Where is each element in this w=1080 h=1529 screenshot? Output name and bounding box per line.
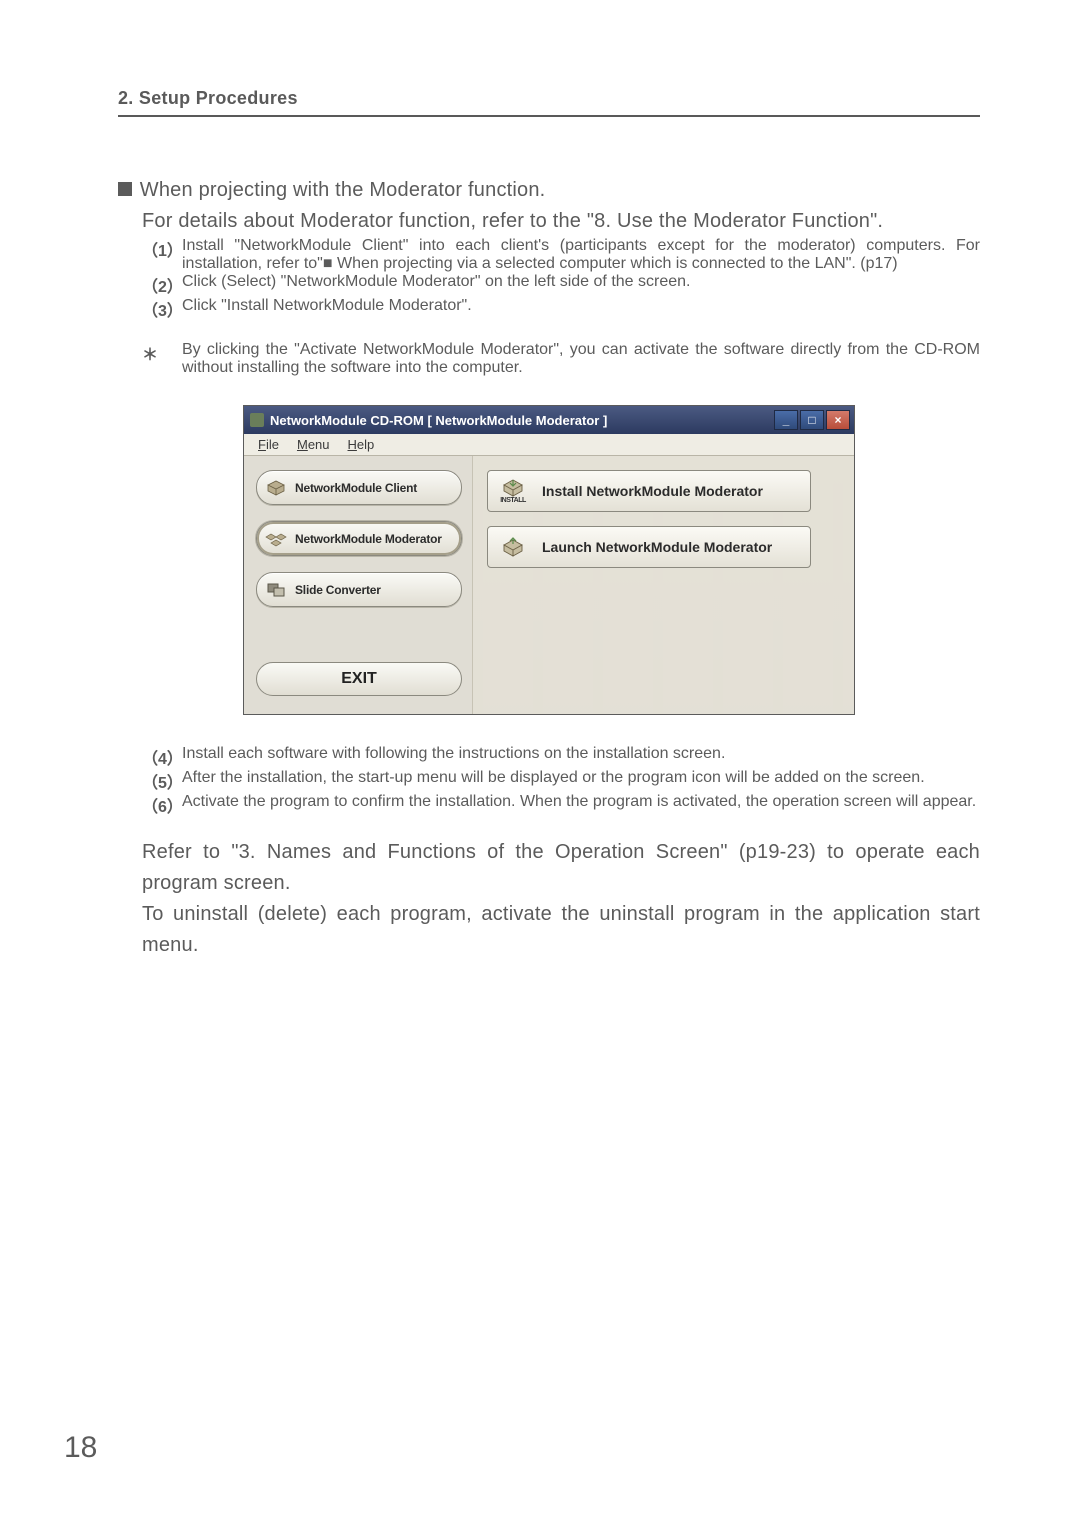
step-number: （3） bbox=[142, 297, 182, 321]
sidebar-item-label: NetworkModule Moderator bbox=[295, 532, 442, 546]
step-number: （6） bbox=[142, 793, 182, 817]
section-heading: When projecting with the Moderator funct… bbox=[118, 175, 980, 206]
step-line: （2） Click (Select) "NetworkModule Modera… bbox=[142, 273, 980, 297]
menu-menu[interactable]: Menu bbox=[289, 437, 338, 452]
menubar: File Menu Help bbox=[244, 434, 854, 456]
sidebar-item-slide-converter[interactable]: Slide Converter bbox=[256, 572, 462, 607]
step-line: （1） Install "NetworkModule Client" into … bbox=[142, 237, 980, 273]
step-text: Install each software with following the… bbox=[182, 745, 980, 769]
box-icon bbox=[265, 479, 287, 497]
section-header: 2. Setup Procedures bbox=[118, 88, 980, 109]
footer-paragraph: To uninstall (delete) each program, acti… bbox=[142, 899, 980, 961]
slide-icon bbox=[265, 581, 287, 599]
sidebar-item-label: NetworkModule Client bbox=[295, 481, 417, 495]
step-number: （5） bbox=[142, 769, 182, 793]
step-text: After the installation, the start-up men… bbox=[182, 769, 980, 793]
menu-file[interactable]: File bbox=[250, 437, 287, 452]
titlebar: NetworkModule CD-ROM [ NetworkModule Mod… bbox=[244, 406, 854, 434]
app-screenshot: NetworkModule CD-ROM [ NetworkModule Mod… bbox=[243, 405, 855, 715]
close-button[interactable]: × bbox=[826, 410, 850, 430]
exit-button[interactable]: EXIT bbox=[256, 662, 462, 696]
launch-icon bbox=[496, 533, 530, 561]
step-number: （1） bbox=[142, 237, 182, 273]
step-text: Activate the program to confirm the inst… bbox=[182, 793, 980, 817]
launch-moderator-button[interactable]: Launch NetworkModule Moderator bbox=[487, 526, 811, 568]
heading-text: When projecting with the Moderator funct… bbox=[140, 179, 546, 201]
step-number: （4） bbox=[142, 745, 182, 769]
install-moderator-button[interactable]: INSTALL Install NetworkModule Moderator bbox=[487, 470, 811, 512]
step-line: （6） Activate the program to confirm the … bbox=[142, 793, 980, 817]
main-pane: INSTALL Install NetworkModule Moderator … bbox=[472, 456, 854, 714]
note-text: By clicking the "Activate NetworkModule … bbox=[182, 341, 980, 377]
install-icon-label: INSTALL bbox=[500, 497, 526, 504]
step-number: （2） bbox=[142, 273, 182, 297]
main-button-label: Install NetworkModule Moderator bbox=[542, 483, 763, 499]
main-button-label: Launch NetworkModule Moderator bbox=[542, 539, 772, 555]
step-text: Install "NetworkModule Client" into each… bbox=[182, 237, 980, 273]
header-rule bbox=[118, 115, 980, 117]
note-line: ＊ By clicking the "Activate NetworkModul… bbox=[142, 341, 980, 377]
sidebar-item-moderator[interactable]: NetworkModule Moderator bbox=[256, 521, 462, 556]
app-icon bbox=[250, 413, 264, 427]
menu-help[interactable]: Help bbox=[340, 437, 383, 452]
intro-line: For details about Moderator function, re… bbox=[142, 206, 980, 237]
sidebar-item-client[interactable]: NetworkModule Client bbox=[256, 470, 462, 505]
step-text: Click "Install NetworkModule Moderator". bbox=[182, 297, 980, 321]
window-controls: _ □ × bbox=[774, 410, 850, 430]
page-number: 18 bbox=[64, 1431, 97, 1465]
minimize-button[interactable]: _ bbox=[774, 410, 798, 430]
sidebar-item-label: Slide Converter bbox=[295, 583, 381, 597]
step-line: （5） After the installation, the start-up… bbox=[142, 769, 980, 793]
asterisk-icon: ＊ bbox=[142, 341, 182, 377]
step-text: Click (Select) "NetworkModule Moderator"… bbox=[182, 273, 980, 297]
footer-paragraph: Refer to "3. Names and Functions of the … bbox=[142, 837, 980, 899]
install-icon: INSTALL bbox=[496, 477, 530, 505]
square-bullet-icon bbox=[118, 182, 132, 196]
app-window: NetworkModule CD-ROM [ NetworkModule Mod… bbox=[243, 405, 855, 715]
step-line: （4） Install each software with following… bbox=[142, 745, 980, 769]
step-line: （3） Click "Install NetworkModule Moderat… bbox=[142, 297, 980, 321]
window-title: NetworkModule CD-ROM [ NetworkModule Mod… bbox=[270, 413, 607, 428]
boxes-icon bbox=[265, 530, 287, 548]
maximize-button[interactable]: □ bbox=[800, 410, 824, 430]
sidebar: NetworkModule Client NetworkModule Moder… bbox=[244, 456, 472, 714]
